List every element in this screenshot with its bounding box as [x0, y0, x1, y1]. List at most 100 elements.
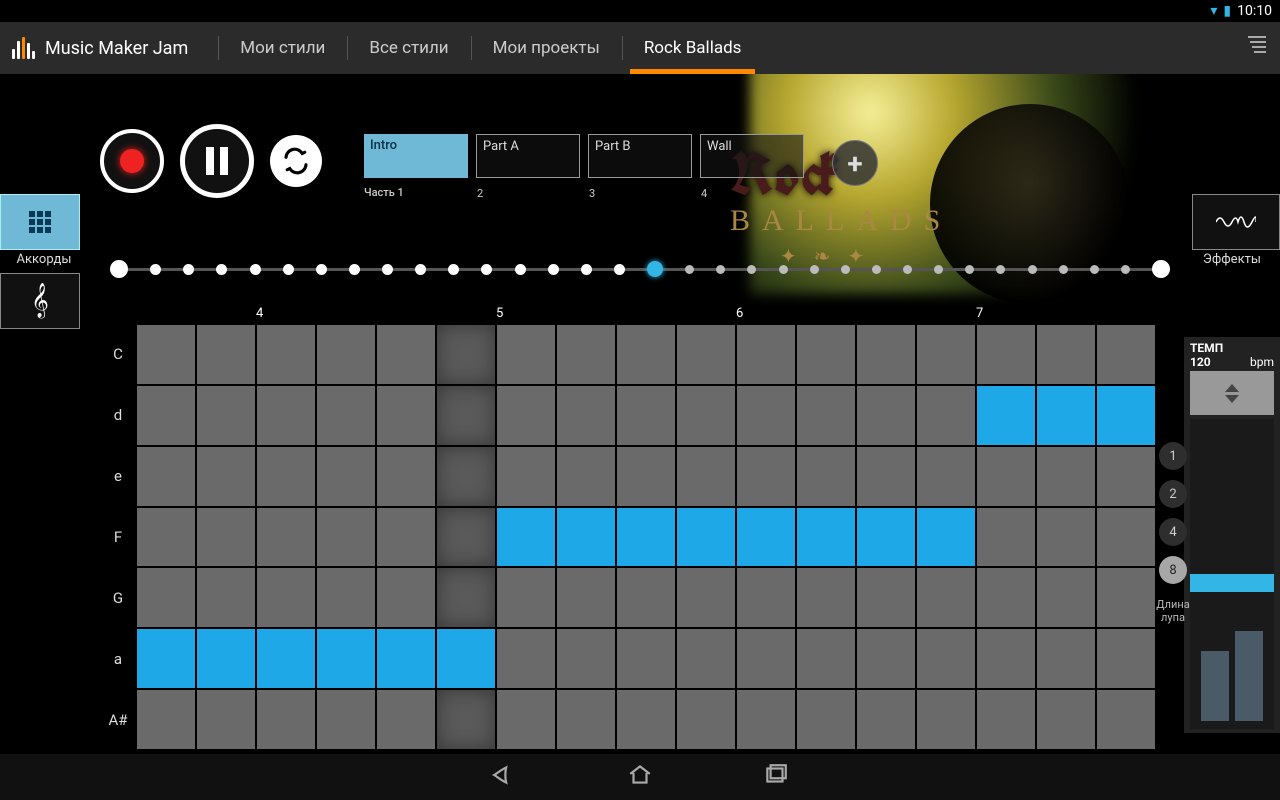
timeline-dot[interactable] [250, 264, 261, 275]
grid-cell[interactable] [136, 446, 196, 507]
grid-cell[interactable] [916, 689, 976, 750]
grid-cell[interactable] [556, 628, 616, 689]
grid-cell[interactable] [136, 385, 196, 446]
grid-cell[interactable] [616, 567, 676, 628]
timeline-dot[interactable] [515, 264, 526, 275]
timeline-dot[interactable] [1028, 265, 1037, 274]
grid-cell[interactable] [676, 324, 736, 385]
grid-cell[interactable] [1096, 385, 1156, 446]
grid-cell[interactable] [976, 385, 1036, 446]
grid-cell[interactable] [196, 567, 256, 628]
grid-cell[interactable] [856, 446, 916, 507]
grid-cell[interactable] [316, 567, 376, 628]
grid-cell[interactable] [1096, 628, 1156, 689]
grid-cell[interactable] [256, 689, 316, 750]
grid-cell[interactable] [496, 446, 556, 507]
pause-button[interactable] [180, 124, 254, 198]
grid-cell[interactable] [856, 324, 916, 385]
grid-cell[interactable] [676, 446, 736, 507]
grid-cell[interactable] [856, 507, 916, 568]
timeline-dot[interactable] [716, 265, 725, 274]
grid-cell[interactable] [676, 567, 736, 628]
grid-cell[interactable] [376, 385, 436, 446]
tempo-stepper[interactable] [1190, 371, 1274, 415]
grid-cell[interactable] [1096, 689, 1156, 750]
grid-cell[interactable] [1036, 385, 1096, 446]
grid-cell[interactable] [1036, 628, 1096, 689]
grid-cell[interactable] [1036, 324, 1096, 385]
grid-cell[interactable] [976, 567, 1036, 628]
timeline-dot[interactable] [183, 264, 194, 275]
grid-cell[interactable] [1036, 567, 1096, 628]
timeline-dot[interactable] [1121, 265, 1130, 274]
timeline-dot[interactable] [110, 260, 128, 278]
loop-length-2[interactable]: 2 [1159, 480, 1187, 508]
grid-cell[interactable] [196, 507, 256, 568]
grid-cell[interactable] [256, 507, 316, 568]
grid-cell[interactable] [196, 689, 256, 750]
grid-cell[interactable] [376, 324, 436, 385]
timeline-dot[interactable] [283, 264, 294, 275]
grid-cell[interactable] [856, 628, 916, 689]
grid-cell[interactable] [976, 628, 1036, 689]
timeline-dot[interactable] [216, 264, 227, 275]
timeline-dot[interactable] [415, 264, 426, 275]
grid-cell[interactable] [736, 567, 796, 628]
grid-cell[interactable] [736, 446, 796, 507]
grid-cell[interactable] [136, 689, 196, 750]
grid-cell[interactable] [616, 385, 676, 446]
grid-cell[interactable] [616, 446, 676, 507]
grid-cell[interactable] [436, 567, 496, 628]
grid-cell[interactable] [796, 446, 856, 507]
chords-button[interactable] [0, 194, 80, 250]
grid-cell[interactable] [856, 385, 916, 446]
grid-cell[interactable] [1096, 446, 1156, 507]
grid-cell[interactable] [676, 628, 736, 689]
grid-cell[interactable] [796, 689, 856, 750]
grid-cell[interactable] [616, 628, 676, 689]
tab-all-styles[interactable]: Все стили [347, 22, 470, 74]
timeline-dot[interactable] [647, 261, 663, 277]
grid-cell[interactable] [496, 324, 556, 385]
effects-button[interactable] [1192, 194, 1280, 250]
grid-cell[interactable] [256, 385, 316, 446]
grid-cell[interactable] [916, 628, 976, 689]
grid-cell[interactable] [976, 446, 1036, 507]
grid-cell[interactable] [316, 628, 376, 689]
grid-cell[interactable] [1036, 507, 1096, 568]
grid-cell[interactable] [916, 385, 976, 446]
timeline-dot[interactable] [349, 264, 360, 275]
record-button[interactable] [100, 129, 164, 193]
grid-cell[interactable] [676, 385, 736, 446]
notation-button[interactable]: 𝄞 [0, 273, 80, 329]
grid-cell[interactable] [436, 689, 496, 750]
grid-cell[interactable] [556, 567, 616, 628]
grid-cell[interactable] [256, 628, 316, 689]
grid-cell[interactable] [136, 567, 196, 628]
grid-cell[interactable] [556, 689, 616, 750]
tab-my-projects[interactable]: Мои проекты [471, 22, 622, 74]
grid-cell[interactable] [376, 446, 436, 507]
grid-cell[interactable] [316, 689, 376, 750]
part-intro[interactable]: IntroЧасть 1 [364, 134, 468, 178]
grid-cell[interactable] [1096, 507, 1156, 568]
grid-cell[interactable] [1096, 324, 1156, 385]
timeline[interactable] [110, 260, 1170, 278]
timeline-dot[interactable] [934, 265, 943, 274]
grid-cell[interactable] [736, 507, 796, 568]
grid-cell[interactable] [136, 507, 196, 568]
timeline-dot[interactable] [614, 264, 625, 275]
timeline-dot[interactable] [150, 264, 161, 275]
recent-apps-button[interactable] [763, 762, 789, 792]
grid-cell[interactable] [196, 628, 256, 689]
grid-cell[interactable] [496, 385, 556, 446]
part-wall[interactable]: Wall4 [700, 134, 804, 178]
grid-cell[interactable] [556, 507, 616, 568]
part-part-a[interactable]: Part A2 [476, 134, 580, 178]
timeline-dot[interactable] [965, 265, 974, 274]
grid-cell[interactable] [676, 689, 736, 750]
home-button[interactable] [627, 762, 653, 792]
grid-cell[interactable] [436, 446, 496, 507]
grid-cell[interactable] [616, 507, 676, 568]
grid-cell[interactable] [916, 446, 976, 507]
